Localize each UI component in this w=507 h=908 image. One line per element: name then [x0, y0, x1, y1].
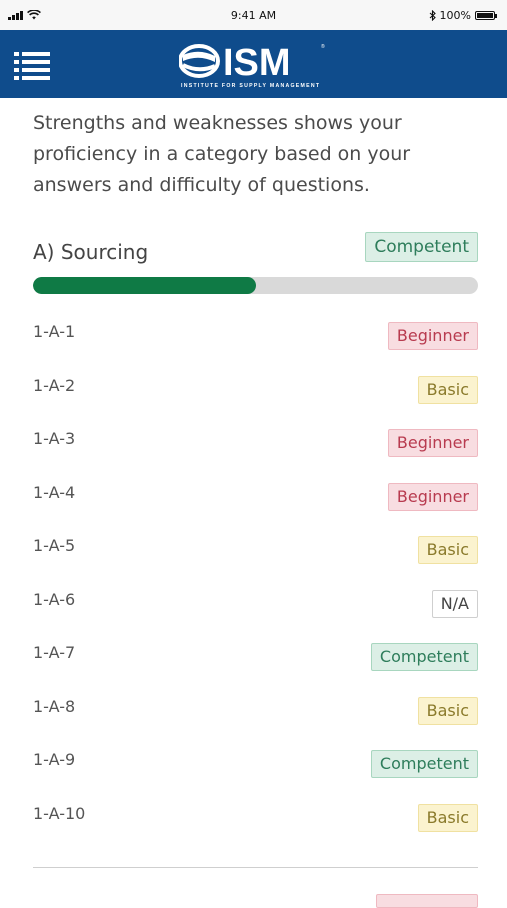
- proficiency-badge: Competent: [370, 750, 478, 778]
- proficiency-badge: N/A: [431, 589, 478, 618]
- next-category-badge: [376, 894, 478, 908]
- proficiency-badge: Basic: [417, 375, 478, 404]
- item-code: 1-A-10: [33, 803, 86, 823]
- item-code: 1-A-3: [33, 429, 76, 448]
- item-code: 1-A-1: [33, 322, 76, 341]
- bluetooth-icon: [429, 9, 436, 21]
- proficiency-badge: Competent: [370, 643, 478, 671]
- status-left: [8, 10, 41, 20]
- battery-percent: 100%: [439, 8, 471, 22]
- list-item[interactable]: 1-A-4 Beginner: [33, 473, 478, 527]
- item-code: 1-A-2: [33, 375, 76, 395]
- ism-logo[interactable]: ISM ® INSTITUTE FOR SUPPLY MANAGEMENT: [179, 40, 329, 90]
- category-title: A) Sourcing: [33, 240, 149, 264]
- intro-section: Strengths and weaknesses shows your prof…: [33, 108, 478, 201]
- list-item[interactable]: 1-A-8 Basic: [33, 687, 478, 741]
- proficiency-badge: Beginner: [387, 482, 478, 511]
- svg-text:®: ®: [321, 43, 325, 50]
- list-item[interactable]: 1-A-7 Competent: [33, 633, 478, 687]
- item-code: 1-A-4: [33, 482, 76, 502]
- proficiency-badge: Basic: [417, 536, 478, 564]
- item-code: 1-A-7: [33, 643, 76, 662]
- battery-icon: [475, 10, 497, 20]
- category-header: A) Sourcing Competent: [33, 232, 478, 266]
- list-item[interactable]: 1-A-2 Basic: [33, 366, 478, 420]
- svg-text:INSTITUTE FOR SUPPLY MANAGEMEN: INSTITUTE FOR SUPPLY MANAGEMENT: [181, 83, 320, 89]
- intro-text: Strengths and weaknesses shows your prof…: [33, 112, 411, 196]
- list-item[interactable]: 1-A-9 Competent: [33, 740, 478, 794]
- signal-icon: [8, 10, 23, 20]
- status-right: 100%: [429, 8, 497, 22]
- progress-fill: [33, 277, 256, 294]
- item-code: 1-A-5: [33, 536, 76, 555]
- item-code: 1-A-9: [33, 750, 76, 769]
- wifi-icon: [27, 10, 41, 20]
- item-code: 1-A-6: [33, 589, 76, 609]
- category-progress-bar: [33, 277, 478, 294]
- svg-text:ISM: ISM: [223, 42, 291, 84]
- list-item[interactable]: 1-A-6 N/A: [33, 580, 478, 634]
- header-bar: ISM ® INSTITUTE FOR SUPPLY MANAGEMENT: [0, 30, 507, 98]
- proficiency-badge: Basic: [417, 696, 478, 725]
- list-item[interactable]: 1-A-10 Basic: [33, 794, 478, 848]
- list-item[interactable]: 1-A-3 Beginner: [33, 419, 478, 473]
- status-bar: 9:41 AM 100%: [0, 0, 507, 30]
- category-level-badge: Competent: [365, 232, 478, 262]
- proficiency-badge: Basic: [417, 803, 478, 832]
- list-item[interactable]: 1-A-1 Beginner: [33, 312, 478, 366]
- menu-icon[interactable]: [14, 50, 50, 80]
- proficiency-badge: Beginner: [387, 429, 478, 457]
- proficiency-badge: Beginner: [387, 322, 478, 350]
- item-code: 1-A-8: [33, 696, 76, 716]
- divider: [33, 867, 478, 868]
- list-item[interactable]: 1-A-5 Basic: [33, 526, 478, 580]
- subcategory-list: 1-A-1 Beginner 1-A-2 Basic 1-A-3 Beginner 1-A-…: [33, 312, 478, 847]
